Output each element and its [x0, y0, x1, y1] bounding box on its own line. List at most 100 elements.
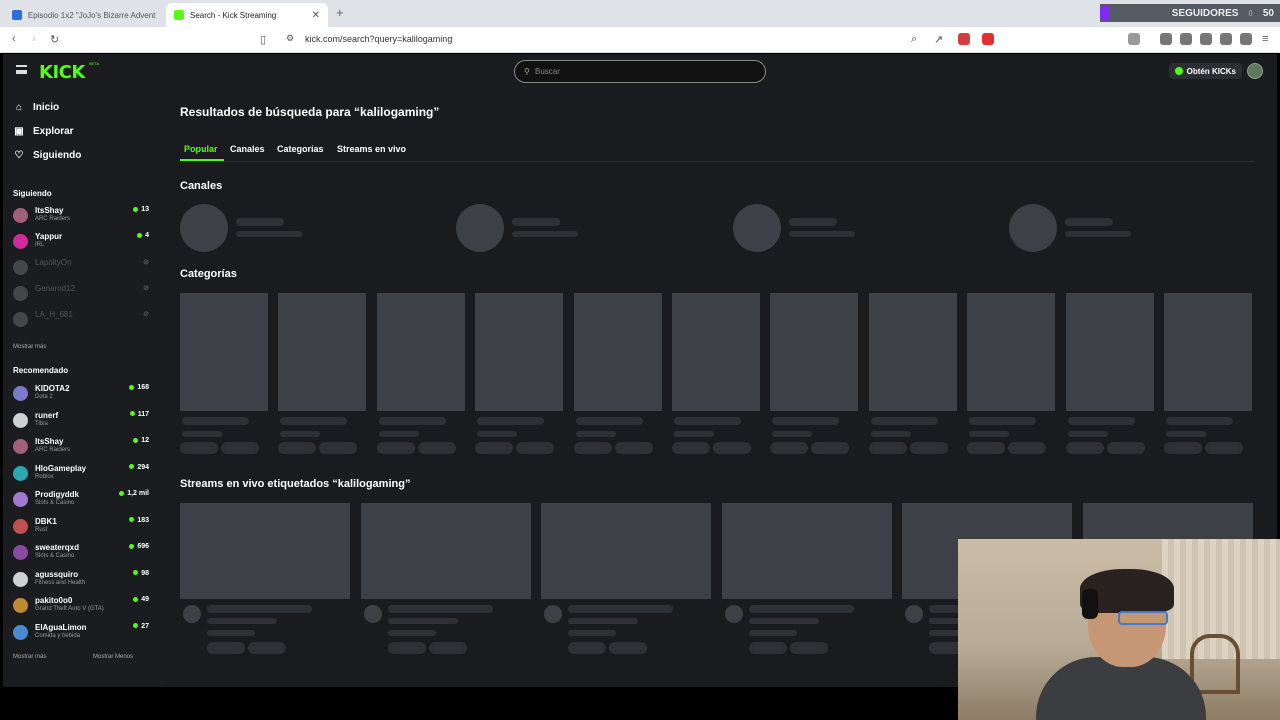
channel-category: Dota 2	[35, 394, 53, 400]
recommended-channel[interactable]: ItsShay ARC Raiders 12	[13, 434, 149, 458]
zoom-icon[interactable]: ⌕	[911, 33, 917, 46]
followers-count: 50	[1262, 7, 1274, 19]
reload-icon[interactable]: ↻	[50, 33, 59, 46]
stream-skeleton-line	[387, 618, 458, 624]
search-box[interactable]: ⚲	[514, 60, 766, 83]
category-skeleton-card	[573, 293, 662, 411]
channel-category: Fitness and Health	[35, 579, 86, 586]
tab-popular[interactable]: Popular	[184, 144, 218, 154]
stream-skeleton-tag	[568, 642, 606, 654]
get-kicks-label: Obtén KICKs	[1186, 66, 1236, 76]
channel-category: ARC Raiders	[35, 447, 71, 453]
recommended-channel[interactable]: runerf Tibia 117	[13, 408, 149, 432]
stream-skeleton-avatar	[905, 605, 923, 623]
recommended-channel[interactable]: Prodigyddk Slots & Casino 1,2 mil	[13, 487, 149, 511]
kick-logo[interactable]: KICK	[39, 62, 85, 83]
category-skeleton-tag	[417, 442, 456, 454]
channel-avatar	[13, 492, 28, 507]
recommended-channel[interactable]: DBK1 Rust 183	[13, 514, 149, 538]
show-more-following[interactable]: Mostrar más	[13, 344, 46, 350]
brave-shield-icon[interactable]	[958, 33, 970, 45]
category-skeleton-card	[770, 293, 859, 411]
share-icon[interactable]: ↗	[934, 33, 943, 46]
category-skeleton-card	[672, 293, 760, 411]
bookmark-icon[interactable]: ▯	[260, 33, 266, 46]
category-skeleton-tag	[221, 442, 259, 454]
following-channel[interactable]: Yappur IRL 4	[13, 229, 149, 253]
recommended-channel[interactable]: HloGameplay Roblox 294	[13, 461, 149, 485]
category-skeleton-card	[180, 293, 268, 411]
following-channel[interactable]: LA_H_681 ⊘	[13, 307, 149, 331]
category-skeleton-tag	[868, 442, 907, 454]
explore-icon: ▣	[14, 126, 24, 137]
category-skeleton-line	[378, 417, 446, 425]
channel-avatar	[13, 518, 28, 534]
search-input[interactable]	[535, 64, 755, 79]
show-more-recommended[interactable]: Mostrar más	[13, 654, 46, 660]
stream-skeleton-tag	[207, 642, 245, 654]
category-skeleton-card	[278, 293, 367, 411]
recommended-channel[interactable]: ElAguaLimon Comida y bebida 27	[13, 620, 149, 644]
tab-categorias[interactable]: Categorías	[277, 144, 324, 154]
nav-label: Siguiendo	[33, 150, 82, 161]
rewards-icon[interactable]	[982, 33, 994, 45]
url-text[interactable]: kick.com/search?query=kalilogaming	[305, 34, 452, 44]
viewer-count: 49	[133, 596, 149, 603]
browser-tab-episode[interactable]: Episodio 1x2 "JoJo's Bizarre Advent	[4, 3, 164, 27]
browser-tab-kick[interactable]: Search - Kick Streaming ✕	[166, 3, 328, 27]
streams-heading: Streams en vivo etiquetados “kalilogamin…	[180, 478, 411, 490]
recommended-channel[interactable]: pakito0o0 Grand Theft Auto V (GTA) 49	[13, 593, 149, 617]
recommended-channel[interactable]: agussquiro Fitness and Health 98	[13, 567, 149, 591]
site-info-icon[interactable]: ⚙	[286, 33, 294, 44]
category-skeleton-tag	[713, 442, 751, 454]
category-skeleton-line	[870, 431, 911, 437]
stream-skeleton-line	[207, 605, 312, 613]
close-tab-icon[interactable]: ✕	[312, 10, 320, 21]
profile-icon[interactable]	[1240, 33, 1252, 45]
music-icon[interactable]	[1160, 33, 1172, 45]
hamburger-menu-icon[interactable]	[16, 65, 27, 74]
recommended-channel[interactable]: KIDOTA2 Dota 2 168	[13, 381, 149, 405]
show-less-recommended[interactable]: Mostrar Menos	[93, 654, 133, 660]
channel-name: runerf	[35, 410, 59, 420]
following-channel[interactable]: Genarod12 ⊘	[13, 281, 149, 305]
wallet-icon[interactable]	[1200, 33, 1212, 45]
new-tab-icon[interactable]: +	[336, 5, 344, 20]
get-kicks-button[interactable]: Obtén KICKs	[1168, 63, 1242, 79]
sidebar-nav-explorar[interactable]: ▣ Explorar	[13, 126, 73, 137]
channel-skeleton-avatar	[733, 204, 781, 252]
back-icon[interactable]: ‹	[12, 33, 16, 45]
tab-streams[interactable]: Streams en vivo	[337, 144, 406, 154]
following-channel[interactable]: LapoltyOn ⊘	[13, 255, 149, 279]
sidebar-nav-siguiendo[interactable]: ♡ Siguiendo	[13, 150, 82, 161]
stream-skeleton-thumb	[180, 503, 350, 599]
tab-canales[interactable]: Canales	[230, 144, 265, 154]
channel-skeleton-line	[1065, 231, 1131, 237]
extensions-icon[interactable]	[1220, 33, 1232, 45]
following-channel[interactable]: ItsShay ARC Raiders 13	[13, 203, 149, 227]
viewer-count: 4	[137, 232, 149, 239]
menu-icon[interactable]: ≡	[1262, 33, 1268, 45]
recommended-channel[interactable]: sweaterqxd Slots & Casino 696	[13, 540, 149, 564]
active-tab-underline	[180, 159, 224, 161]
channel-avatar	[13, 439, 28, 454]
followers-label: SEGUIDORES	[1171, 7, 1239, 19]
user-avatar[interactable]	[1247, 63, 1263, 79]
viewer-count: 98	[133, 570, 149, 577]
followers-small-count: 0	[1248, 8, 1253, 18]
category-skeleton-tag	[672, 442, 710, 454]
categories-heading: Categorías	[180, 268, 237, 280]
channel-skeleton-line	[512, 218, 560, 226]
category-skeleton-tag	[573, 442, 612, 454]
webcam-chair	[1190, 634, 1240, 694]
sidebar-toggle-icon[interactable]	[1128, 33, 1140, 45]
stream-skeleton-line	[568, 618, 638, 624]
kicks-coin-icon	[1174, 67, 1183, 75]
sidebar-nav-inicio[interactable]: ⌂ Inicio	[13, 102, 59, 113]
stream-skeleton-line	[207, 630, 255, 636]
forward-icon[interactable]: ›	[32, 33, 36, 45]
channel-avatar	[13, 208, 28, 223]
reader-icon[interactable]	[1180, 33, 1192, 45]
stream-skeleton-line	[568, 605, 673, 613]
channel-avatar	[13, 260, 28, 275]
